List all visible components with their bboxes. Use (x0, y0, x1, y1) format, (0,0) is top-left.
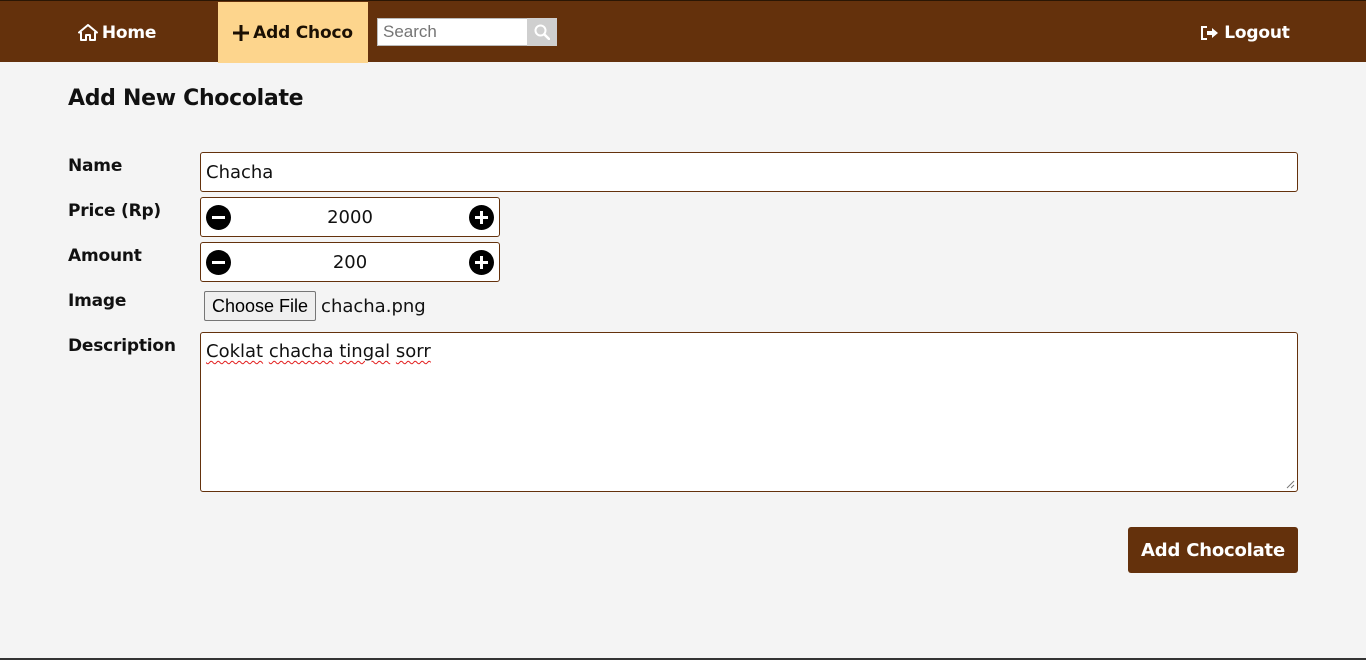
amount-stepper: 200 (200, 242, 500, 282)
nav-home-label: Home (101, 22, 157, 43)
price-stepper: 2000 (200, 197, 500, 237)
search-button[interactable] (527, 18, 557, 46)
nav-logout-label: Logout (1224, 22, 1290, 43)
description-textarea[interactable]: Coklat chacha tingal sorr (200, 332, 1298, 492)
logout-icon (1201, 25, 1219, 40)
price-value[interactable]: 2000 (327, 207, 373, 228)
add-chocolate-button[interactable]: Add Chocolate (1128, 527, 1298, 573)
amount-label: Amount (68, 246, 142, 266)
nav-home-link[interactable]: Home (62, 2, 172, 63)
page-title: Add New Chocolate (68, 86, 304, 111)
search-icon (534, 24, 550, 40)
price-decrement-button[interactable] (206, 204, 231, 230)
image-label: Image (68, 291, 127, 311)
plus-icon (233, 24, 250, 41)
price-label: Price (Rp) (68, 201, 161, 221)
home-icon (77, 24, 98, 41)
description-word: sorr (395, 341, 431, 362)
description-word: Coklat (206, 341, 264, 362)
description-word: tingal (339, 341, 391, 362)
description-word: chacha (268, 341, 334, 362)
name-field-value: Chacha (206, 161, 274, 183)
description-label: Description (68, 336, 176, 356)
image-file-input: Choose File chacha.png (204, 291, 426, 321)
name-label: Name (68, 156, 123, 176)
plus-icon (475, 210, 488, 224)
top-navbar: Home Add Choco Logout (0, 0, 1366, 63)
selected-file-name: chacha.png (321, 295, 426, 317)
amount-increment-button[interactable] (468, 249, 494, 275)
price-increment-button[interactable] (469, 204, 494, 230)
amount-value[interactable]: 200 (333, 252, 367, 273)
choose-file-button[interactable]: Choose File (204, 291, 317, 321)
search-input[interactable] (377, 18, 527, 46)
nav-logout-link[interactable]: Logout (1186, 2, 1304, 63)
minus-icon (212, 260, 225, 264)
search-bar (377, 18, 557, 46)
nav-add-label: Add Choco (253, 22, 353, 43)
nav-add-choco-link[interactable]: Add Choco (218, 2, 368, 63)
resize-grip-icon[interactable] (1286, 480, 1295, 489)
amount-decrement-button[interactable] (206, 249, 231, 275)
minus-icon (212, 215, 225, 219)
plus-icon (474, 255, 488, 269)
name-field[interactable]: Chacha (200, 152, 1298, 192)
